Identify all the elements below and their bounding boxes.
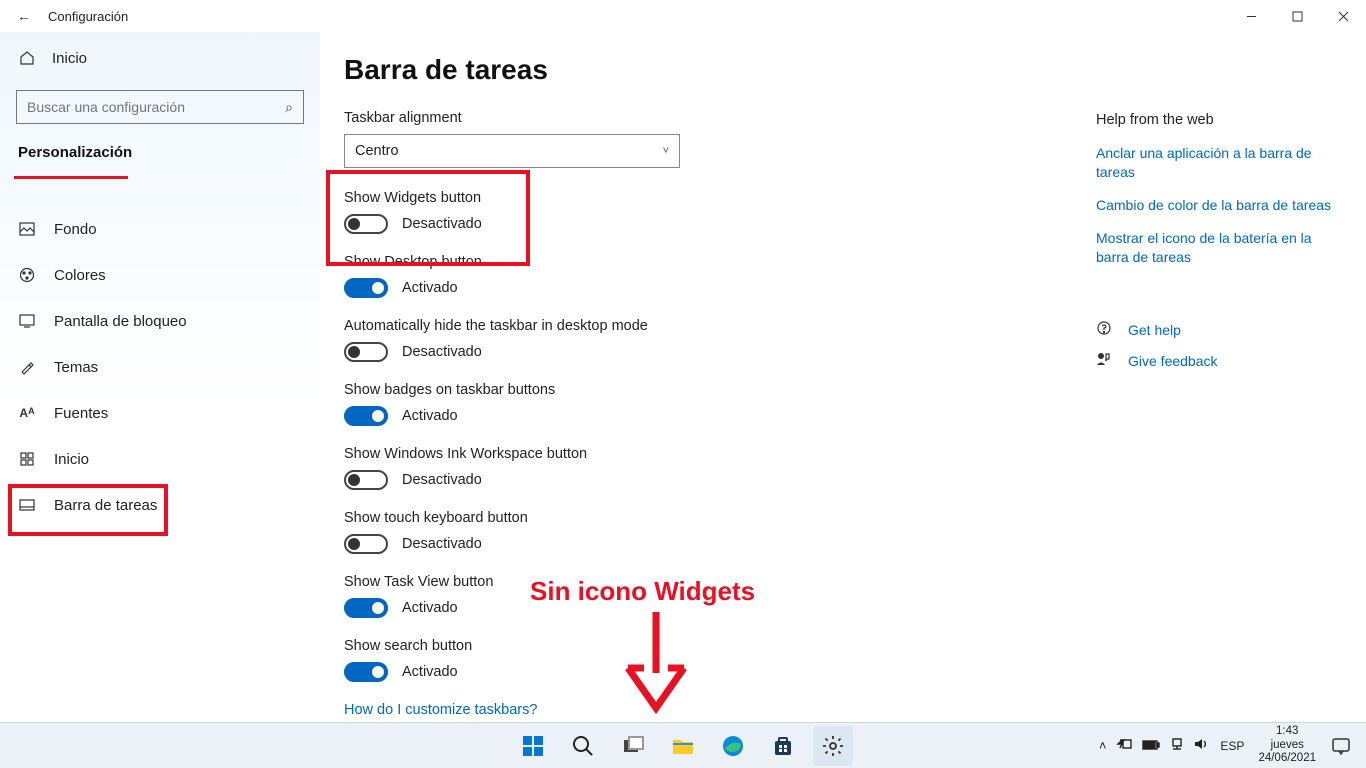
- toggle-state: Desactivado: [402, 344, 482, 360]
- sidebar-item-colores[interactable]: Colores: [10, 253, 310, 297]
- toggle-state: Desactivado: [402, 216, 482, 232]
- palette-icon: [18, 267, 36, 283]
- category-header: Personalización: [18, 144, 132, 161]
- close-button[interactable]: [1320, 0, 1366, 32]
- get-help-label: Get help: [1128, 322, 1181, 338]
- window-title: Configuración: [48, 9, 128, 24]
- tray-notifications-button[interactable]: [1324, 729, 1358, 763]
- fonts-icon: AA: [18, 406, 36, 420]
- taskbar-settings-button[interactable]: [813, 726, 853, 766]
- sidebar-item-fondo[interactable]: Fondo: [10, 207, 310, 251]
- sidebar-item-label: Fondo: [54, 221, 97, 238]
- tray-volume-icon[interactable]: [1194, 737, 1210, 754]
- setting-label: Show search button: [344, 638, 1346, 654]
- tray-battery-icon[interactable]: [1142, 738, 1160, 753]
- minimize-button[interactable]: [1228, 0, 1274, 32]
- tray-time: 1:43: [1258, 725, 1316, 739]
- toggle-touch-keyboard[interactable]: [344, 534, 388, 554]
- sidebar-item-inicio[interactable]: Inicio: [10, 437, 310, 481]
- tray-language[interactable]: ESP: [1220, 739, 1244, 753]
- tray-power-icon[interactable]: [1116, 738, 1132, 753]
- get-help-link[interactable]: Get help: [1096, 320, 1346, 339]
- sidebar-item-pantalla-bloqueo[interactable]: Pantalla de bloqueo: [10, 299, 310, 343]
- maximize-button[interactable]: [1274, 0, 1320, 32]
- nav-home[interactable]: Inicio: [10, 36, 310, 80]
- themes-icon: [18, 359, 36, 375]
- toggle-state: Activado: [402, 280, 458, 296]
- picture-icon: [18, 222, 36, 236]
- alignment-dropdown[interactable]: Centro ˅: [344, 134, 680, 168]
- sidebar-item-label: Barra de tareas: [54, 497, 157, 514]
- toggle-state: Desactivado: [402, 472, 482, 488]
- help-link-pin[interactable]: Anclar una aplicación a la barra de tare…: [1096, 144, 1346, 182]
- toggle-autohide[interactable]: [344, 342, 388, 362]
- toggle-state: Activado: [402, 664, 458, 680]
- sidebar-item-fuentes[interactable]: AA Fuentes: [10, 391, 310, 435]
- help-icon: [1096, 320, 1114, 339]
- page-title: Barra de tareas: [344, 54, 1346, 86]
- customize-taskbar-link[interactable]: How do I customize taskbars?: [344, 702, 1346, 718]
- search-input-box[interactable]: ⌕: [16, 90, 304, 124]
- alignment-value: Centro: [355, 143, 399, 159]
- toggle-ink[interactable]: [344, 470, 388, 490]
- sidebar-item-label: Fuentes: [54, 405, 108, 422]
- chevron-down-icon: ˅: [663, 145, 669, 157]
- sidebar-item-label: Pantalla de bloqueo: [54, 313, 187, 330]
- tray-network-icon[interactable]: [1170, 737, 1184, 754]
- start-icon: [18, 452, 36, 466]
- taskbar-store-button[interactable]: [763, 726, 803, 766]
- setting-label: Show touch keyboard button: [344, 510, 1346, 526]
- home-icon: [18, 50, 36, 66]
- taskbar: ˄ ESP 1:43 jueves 24/06/2021: [0, 722, 1366, 768]
- taskbar-edge-button[interactable]: [713, 726, 753, 766]
- search-input[interactable]: [27, 99, 285, 115]
- lock-screen-icon: [18, 314, 36, 328]
- tray-date: 24/06/2021: [1258, 752, 1316, 766]
- toggle-widgets[interactable]: [344, 214, 388, 234]
- sidebar-item-barra-tareas[interactable]: Barra de tareas: [10, 483, 310, 527]
- setting-label: Show badges on taskbar buttons: [344, 382, 1346, 398]
- setting-label: Show Windows Ink Workspace button: [344, 446, 1346, 462]
- taskbar-taskview-button[interactable]: [613, 726, 653, 766]
- sidebar-item-label: Colores: [54, 267, 106, 284]
- give-feedback-link[interactable]: Give feedback: [1096, 351, 1346, 370]
- help-link-color[interactable]: Cambio de color de la barra de tareas: [1096, 196, 1346, 215]
- toggle-badges[interactable]: [344, 406, 388, 426]
- toggle-state: Desactivado: [402, 536, 482, 552]
- toggle-state: Activado: [402, 408, 458, 424]
- search-icon: ⌕: [285, 99, 293, 116]
- back-button[interactable]: ←: [0, 8, 48, 24]
- feedback-label: Give feedback: [1128, 353, 1218, 369]
- taskbar-icon: [18, 499, 36, 511]
- toggle-taskview[interactable]: [344, 598, 388, 618]
- help-link-battery[interactable]: Mostrar el icono de la batería en la bar…: [1096, 229, 1346, 267]
- sidebar-item-label: Temas: [54, 359, 98, 376]
- start-button[interactable]: [513, 726, 553, 766]
- sidebar-item-temas[interactable]: Temas: [10, 345, 310, 389]
- nav-home-label: Inicio: [52, 50, 87, 67]
- tray-clock[interactable]: 1:43 jueves 24/06/2021: [1258, 725, 1316, 766]
- toggle-desktop[interactable]: [344, 278, 388, 298]
- toggle-search[interactable]: [344, 662, 388, 682]
- tray-chevron-up-icon[interactable]: ˄: [1099, 738, 1107, 753]
- help-title: Help from the web: [1096, 112, 1346, 128]
- tray-day: jueves: [1258, 739, 1316, 753]
- setting-label: Show Task View button: [344, 574, 1346, 590]
- feedback-icon: [1096, 351, 1114, 370]
- taskbar-search-button[interactable]: [563, 726, 603, 766]
- taskbar-explorer-button[interactable]: [663, 726, 703, 766]
- sidebar-item-label: Inicio: [54, 451, 89, 468]
- toggle-state: Activado: [402, 600, 458, 616]
